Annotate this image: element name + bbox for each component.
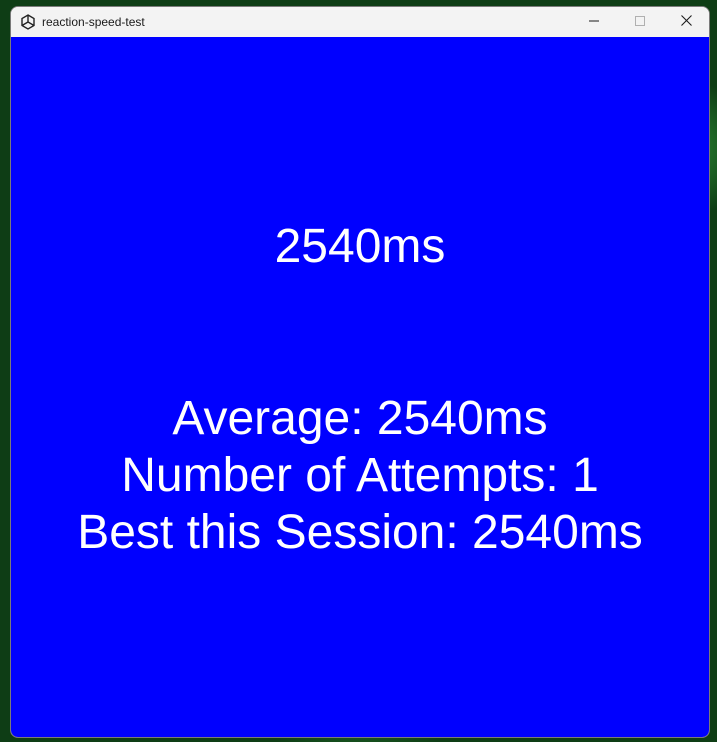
maximize-icon [635, 13, 645, 31]
unity-icon [20, 14, 36, 30]
average-text: Average: 2540ms [172, 392, 548, 445]
close-icon [680, 13, 692, 31]
game-area[interactable]: 2540ms Average: 2540ms Number of Attempt… [11, 37, 709, 737]
maximize-button[interactable] [617, 7, 663, 37]
minimize-button[interactable] [571, 7, 617, 37]
session-stats: Average: 2540ms Number of Attempts: 1 Be… [11, 390, 709, 561]
reaction-time-display: 2540ms [274, 220, 446, 273]
minimize-icon [589, 13, 599, 31]
attempts-text: Number of Attempts: 1 [121, 449, 599, 502]
app-window: reaction-speed-test 2540ms Average: 2540… [10, 6, 710, 738]
window-title: reaction-speed-test [42, 15, 145, 29]
close-button[interactable] [663, 7, 709, 37]
title-bar[interactable]: reaction-speed-test [11, 7, 709, 37]
best-session-text: Best this Session: 2540ms [77, 506, 643, 559]
window-controls [571, 7, 709, 37]
